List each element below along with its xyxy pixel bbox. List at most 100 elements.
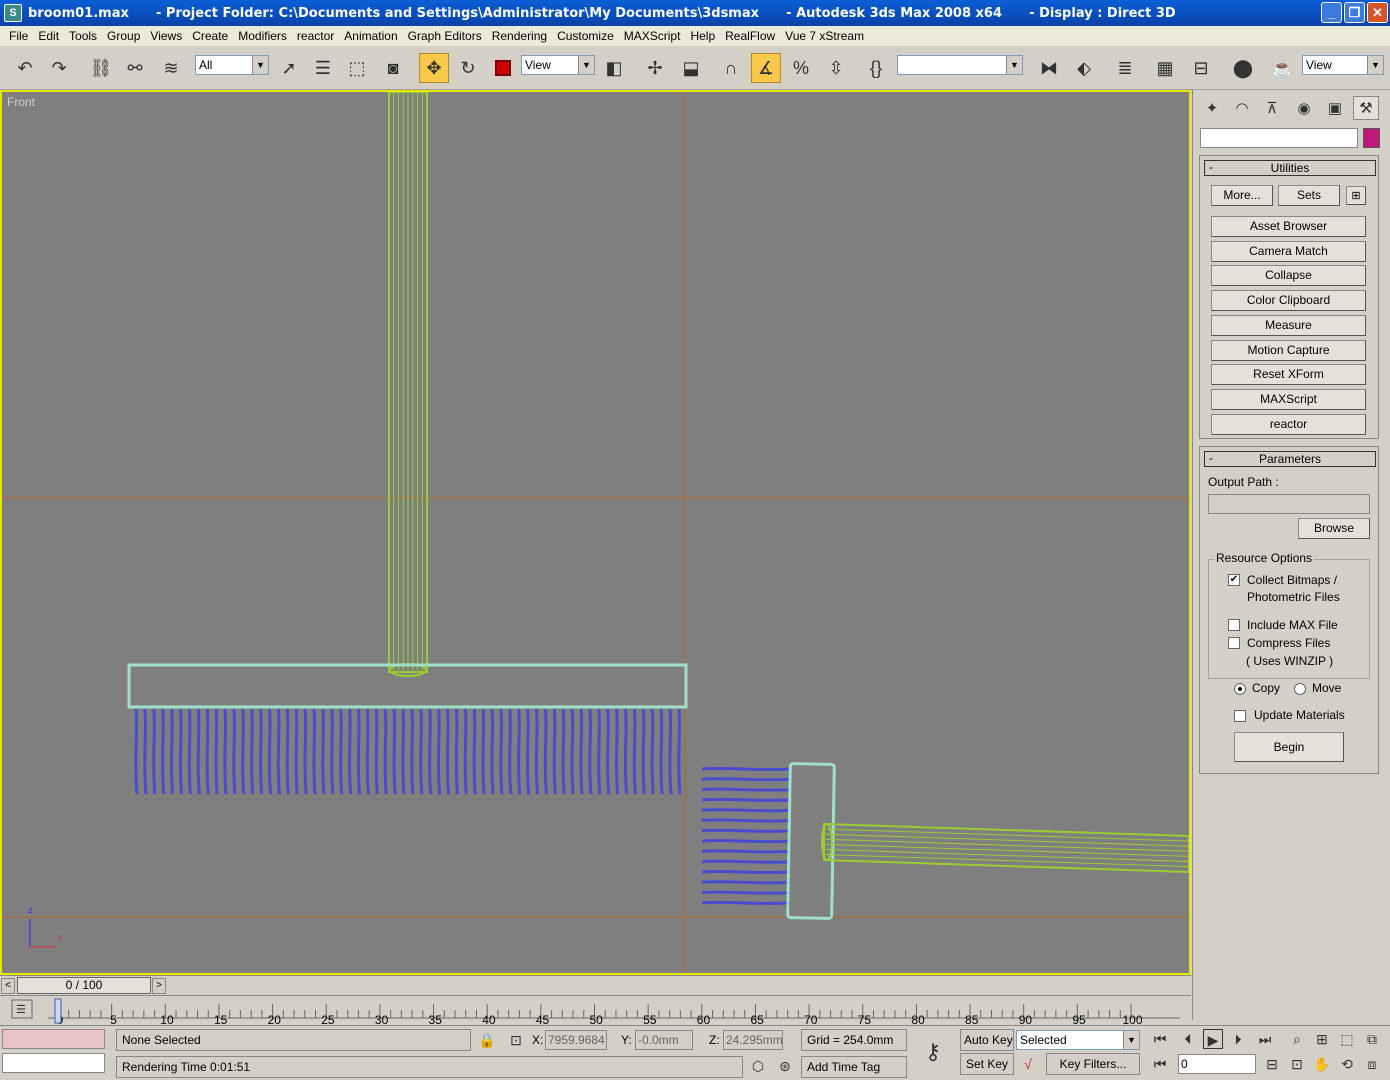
spinner-snap-toggle-icon[interactable]: ⇳	[821, 53, 851, 83]
menu-maxscript[interactable]: MAXScript	[619, 29, 686, 43]
select-object-icon[interactable]: ➚	[274, 53, 304, 83]
menu-help[interactable]: Help	[685, 29, 720, 43]
front-viewport[interactable]: Front z x	[0, 90, 1191, 975]
menu-reactor[interactable]: reactor	[292, 29, 339, 43]
parameters-rollout-header[interactable]: - Parameters	[1204, 451, 1376, 467]
unlink-selection-icon[interactable]: ⚯	[120, 53, 150, 83]
reactor-button[interactable]: reactor	[1211, 414, 1366, 435]
compress-files-checkbox[interactable]	[1228, 637, 1240, 649]
browse-button[interactable]: Browse	[1298, 518, 1370, 539]
current-frame-field[interactable]: 0	[1178, 1054, 1256, 1074]
select-and-link-icon[interactable]: ⛓	[86, 53, 116, 83]
motion-tab-icon[interactable]: ◉	[1291, 96, 1317, 120]
more-button[interactable]: More...	[1211, 185, 1273, 206]
viewport-label[interactable]: Front	[7, 95, 35, 109]
collect-bitmaps-checkbox[interactable]: ✔	[1228, 574, 1240, 586]
play-animation-icon[interactable]: ▶	[1203, 1029, 1223, 1049]
bind-to-space-warp-icon[interactable]: ≋	[156, 53, 186, 83]
snaps-toggle-icon[interactable]: ∩	[716, 53, 746, 83]
maximize-viewport-icon[interactable]: ⧈	[1362, 1054, 1382, 1074]
menu-edit[interactable]: Edit	[33, 29, 64, 43]
curve-editor-icon[interactable]: ▦	[1150, 53, 1180, 83]
pan-view-icon[interactable]: ✋	[1312, 1054, 1332, 1074]
key-filters-button[interactable]: Key Filters...	[1046, 1053, 1140, 1075]
window-crossing-icon[interactable]: ◙	[378, 53, 408, 83]
key-mode-toggle-icon[interactable]: ⏮	[1150, 1054, 1170, 1074]
key-mode-dropdown[interactable]: Selected ▼	[1016, 1030, 1140, 1050]
move-radio[interactable]	[1294, 683, 1306, 695]
menu-create[interactable]: Create	[187, 29, 233, 43]
sets-button[interactable]: Sets	[1278, 185, 1340, 206]
zoom-icon[interactable]: ⌕	[1287, 1029, 1307, 1049]
default-in-out-tangents-icon[interactable]: √	[1018, 1054, 1038, 1074]
menu-animation[interactable]: Animation	[339, 29, 402, 43]
material-editor-icon[interactable]: ⬤	[1228, 53, 1258, 83]
reset-xform-button[interactable]: Reset XForm	[1211, 364, 1366, 385]
menu-views[interactable]: Views	[145, 29, 187, 43]
time-configuration-icon[interactable]: ⊟	[1262, 1054, 1282, 1074]
keyboard-shortcut-override-icon[interactable]: ⬓	[676, 53, 706, 83]
z-coord-field[interactable]: 24.295mm	[723, 1030, 783, 1050]
time-tag-icon[interactable]: ⊛	[775, 1056, 795, 1076]
object-name-field[interactable]	[1200, 128, 1358, 148]
create-tab-icon[interactable]: ✦	[1199, 96, 1225, 120]
reference-coordinate-dropdown[interactable]: View ▼	[521, 55, 595, 75]
minimize-icon[interactable]: _	[1321, 2, 1342, 23]
select-and-manipulate-icon[interactable]: ✢	[640, 53, 670, 83]
menu-customize[interactable]: Customize	[552, 29, 619, 43]
align-icon[interactable]: ⬖	[1069, 53, 1099, 83]
set-keys-icon[interactable]: ⚷	[912, 1034, 954, 1070]
track-bar[interactable]: ☰ 05101520253035404550556065707580859095…	[0, 995, 1191, 1026]
arc-rotate-icon[interactable]: ⟲	[1337, 1054, 1357, 1074]
zoom-all-icon[interactable]: ⊞	[1312, 1029, 1332, 1049]
x-coord-field[interactable]: 7959.9684	[545, 1030, 607, 1050]
go-to-end-icon[interactable]: ⏭	[1255, 1029, 1275, 1049]
camera-match-button[interactable]: Camera Match	[1211, 241, 1366, 262]
y-coord-field[interactable]: -0.0mm	[635, 1030, 693, 1050]
menu-tools[interactable]: Tools	[64, 29, 102, 43]
undo-icon[interactable]: ↶	[10, 53, 40, 83]
lock-selection-icon[interactable]: 🔒	[477, 1030, 497, 1050]
mirror-icon[interactable]: ⧓	[1034, 53, 1064, 83]
output-path-field[interactable]	[1208, 494, 1370, 514]
maxscript-button[interactable]: MAXScript	[1211, 389, 1366, 410]
auto-key-button[interactable]: Auto Key	[960, 1029, 1014, 1051]
close-icon[interactable]: ✕	[1367, 2, 1388, 23]
3dsmax-app-icon[interactable]: S	[4, 4, 22, 22]
add-time-tag-button[interactable]: Add Time Tag	[801, 1056, 907, 1078]
menu-file[interactable]: File	[4, 29, 33, 43]
select-and-rotate-icon[interactable]: ↻	[453, 53, 483, 83]
named-selection-sets-dropdown[interactable]: ▼	[897, 55, 1023, 75]
render-view-dropdown[interactable]: View ▼	[1302, 55, 1384, 75]
previous-key-icon[interactable]: ⏴	[1178, 1029, 1198, 1049]
maxscript-listener-output[interactable]	[2, 1053, 105, 1073]
update-materials-checkbox[interactable]	[1234, 710, 1246, 722]
begin-button[interactable]: Begin	[1234, 732, 1344, 762]
menu-vue-xstream[interactable]: Vue 7 xStream	[780, 29, 869, 43]
angle-snap-toggle-icon[interactable]: ∡	[751, 53, 781, 83]
color-clipboard-button[interactable]: Color Clipboard	[1211, 290, 1366, 311]
copy-radio[interactable]	[1234, 683, 1246, 695]
modify-tab-icon[interactable]: ◠	[1229, 96, 1255, 120]
next-key-icon[interactable]: ⏵	[1228, 1029, 1248, 1049]
motion-capture-button[interactable]: Motion Capture	[1211, 340, 1366, 361]
zoom-extents-icon[interactable]: ⬚	[1337, 1029, 1357, 1049]
percent-snap-toggle-icon[interactable]: %	[786, 53, 816, 83]
selection-filter-dropdown[interactable]: All ▼	[195, 55, 269, 75]
menu-modifiers[interactable]: Modifiers	[233, 29, 292, 43]
region-zoom-icon[interactable]: ⊡	[1287, 1054, 1307, 1074]
maxscript-listener-mini[interactable]	[2, 1029, 105, 1049]
asset-browser-button[interactable]: Asset Browser	[1211, 216, 1366, 237]
menu-graph-editors[interactable]: Graph Editors	[403, 29, 487, 43]
edit-named-selection-icon[interactable]: {}	[861, 53, 891, 83]
menu-rendering[interactable]: Rendering	[487, 29, 552, 43]
collapse-button[interactable]: Collapse	[1211, 265, 1366, 286]
use-pivot-center-icon[interactable]: ◧	[599, 53, 629, 83]
object-color-swatch[interactable]	[1363, 128, 1380, 148]
select-and-scale-icon[interactable]	[488, 53, 518, 83]
layer-manager-icon[interactable]: ≣	[1110, 53, 1140, 83]
render-scene-icon[interactable]: ☕	[1268, 53, 1298, 83]
time-slider-thumb[interactable]: 0 / 100	[17, 977, 151, 994]
utilities-tab-icon[interactable]: ⚒	[1353, 96, 1379, 120]
menu-group[interactable]: Group	[102, 29, 145, 43]
